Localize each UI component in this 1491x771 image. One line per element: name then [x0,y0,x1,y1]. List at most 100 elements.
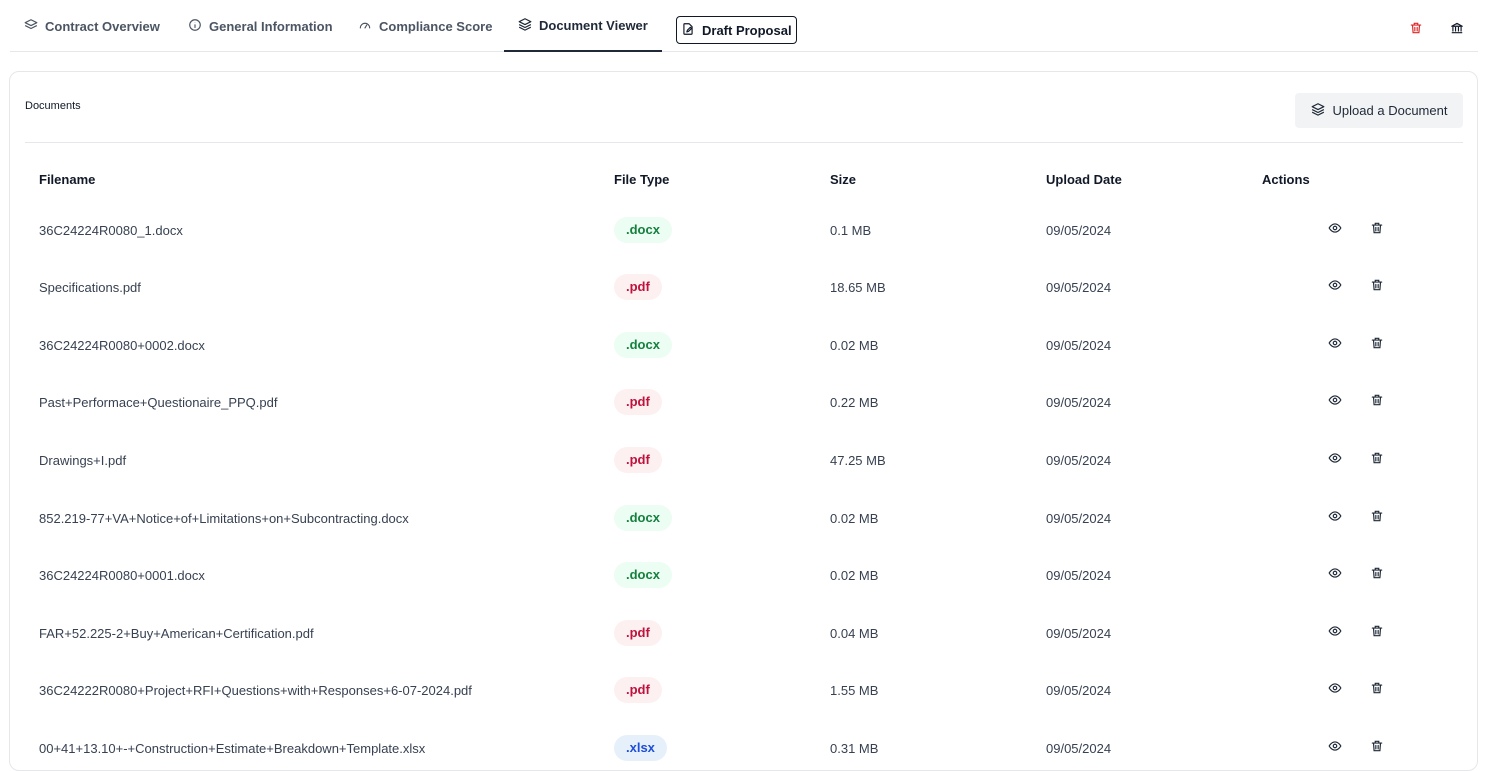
layers-icon [518,17,532,34]
agency-button[interactable] [1449,22,1465,38]
view-document-button[interactable] [1327,567,1343,583]
tab-label: Compliance Score [379,18,493,34]
eye-icon [1328,509,1342,528]
view-document-button[interactable] [1327,394,1343,410]
delete-contract-button[interactable] [1408,22,1424,38]
filename: Drawings+I.pdf [39,452,127,468]
file-type-badge: .docx [614,217,672,243]
upload-date: 09/05/2024 [1046,337,1112,353]
file-type-badge: .pdf [614,389,662,415]
trash-icon [1370,451,1384,470]
delete-document-button[interactable] [1369,337,1385,353]
tab-general-information[interactable]: General Information [188,0,333,52]
file-size: 18.65 MB [830,279,886,295]
trash-icon [1370,221,1384,240]
trash-icon [1370,509,1384,528]
view-document-button[interactable] [1327,510,1343,526]
tab-compliance-score[interactable]: Compliance Score [358,0,492,52]
view-document-button[interactable] [1327,452,1343,468]
delete-document-button[interactable] [1369,510,1385,526]
delete-document-button[interactable] [1369,625,1385,641]
table-row: Drawings+I.pdf .pdf 47.25 MB 09/05/2024 [25,447,1463,473]
tab-document-viewer[interactable]: Document Viewer [504,0,662,52]
file-type-badge: .xlsx [614,735,667,761]
filename: 00+41+13.10+-+Construction+Estimate+Brea… [39,740,426,756]
upload-document-label: Upload a Document [1332,103,1448,118]
filename: FAR+52.225-2+Buy+American+Certification.… [39,625,314,641]
gauge-icon [358,18,372,35]
bank-icon [1450,21,1464,40]
divider [25,142,1463,143]
delete-document-button[interactable] [1369,567,1385,583]
table-row: Specifications.pdf .pdf 18.65 MB 09/05/2… [25,274,1463,300]
eye-icon [1328,624,1342,643]
column-filename: Filename [39,171,96,187]
view-document-button[interactable] [1327,222,1343,238]
file-size: 0.02 MB [830,510,879,526]
delete-document-button[interactable] [1369,222,1385,238]
table-row: 36C24224R0080+0001.docx .docx 0.02 MB 09… [25,562,1463,588]
file-size: 0.04 MB [830,625,879,641]
upload-date: 09/05/2024 [1046,740,1112,756]
eye-icon [1328,393,1342,412]
file-size: 1.55 MB [830,682,879,698]
view-document-button[interactable] [1327,337,1343,353]
eye-icon [1328,681,1342,700]
delete-document-button[interactable] [1369,740,1385,756]
table-row: 36C24224R0080+0002.docx .docx 0.02 MB 09… [25,332,1463,358]
trash-icon [1370,566,1384,585]
upload-date: 09/05/2024 [1046,452,1112,468]
eye-icon [1328,336,1342,355]
table-row: 00+41+13.10+-+Construction+Estimate+Brea… [25,735,1463,761]
delete-document-button[interactable] [1369,682,1385,698]
file-type-badge: .pdf [614,274,662,300]
delete-document-button[interactable] [1369,452,1385,468]
table-row: 852.219-77+VA+Notice+of+Limitations+on+S… [25,505,1463,531]
file-size: 0.1 MB [830,222,872,238]
trash-icon [1370,624,1384,643]
info-icon [188,18,202,35]
delete-document-button[interactable] [1369,279,1385,295]
upload-date: 09/05/2024 [1046,625,1112,641]
upload-date: 09/05/2024 [1046,510,1112,526]
column-upload-date: Upload Date [1046,171,1122,187]
file-type-badge: .pdf [614,620,662,646]
table-header: Filename File Type Size Upload Date Acti… [25,169,1463,189]
tab-contract-overview[interactable]: Contract Overview [24,0,160,52]
view-document-button[interactable] [1327,682,1343,698]
tab-label: Draft Proposal [702,22,792,38]
upload-date: 09/05/2024 [1046,222,1112,238]
upload-date: 09/05/2024 [1046,682,1112,698]
layers-icon [24,18,38,35]
table-row: 36C24224R0080_1.docx .docx 0.1 MB 09/05/… [25,217,1463,243]
documents-title: Documents [25,100,81,112]
eye-icon [1328,221,1342,240]
file-type-badge: .docx [614,332,672,358]
column-actions: Actions [1262,171,1310,187]
filename: Past+Performace+Questionaire_PPQ.pdf [39,394,278,410]
view-document-button[interactable] [1327,740,1343,756]
upload-document-button[interactable]: Upload a Document [1295,93,1463,128]
column-file-type: File Type [614,171,670,187]
trash-icon [1370,393,1384,412]
view-document-button[interactable] [1327,279,1343,295]
upload-date: 09/05/2024 [1046,394,1112,410]
filename: 36C24222R0080+Project+RFI+Questions+with… [39,682,472,698]
trash-icon [1409,21,1423,40]
view-document-button[interactable] [1327,625,1343,641]
tab-draft-proposal[interactable]: Draft Proposal [676,16,797,44]
table-row: 36C24222R0080+Project+RFI+Questions+with… [25,677,1463,703]
trash-icon [1370,278,1384,297]
trash-icon [1370,681,1384,700]
table-row: FAR+52.225-2+Buy+American+Certification.… [25,620,1463,646]
file-size: 0.02 MB [830,567,879,583]
tab-bar: Contract Overview General Information Co… [10,0,1478,52]
eye-icon [1328,739,1342,758]
eye-icon [1328,566,1342,585]
upload-date: 09/05/2024 [1046,567,1112,583]
trash-icon [1370,336,1384,355]
file-type-badge: .docx [614,562,672,588]
filename: 36C24224R0080_1.docx [39,222,183,238]
eye-icon [1328,451,1342,470]
delete-document-button[interactable] [1369,394,1385,410]
